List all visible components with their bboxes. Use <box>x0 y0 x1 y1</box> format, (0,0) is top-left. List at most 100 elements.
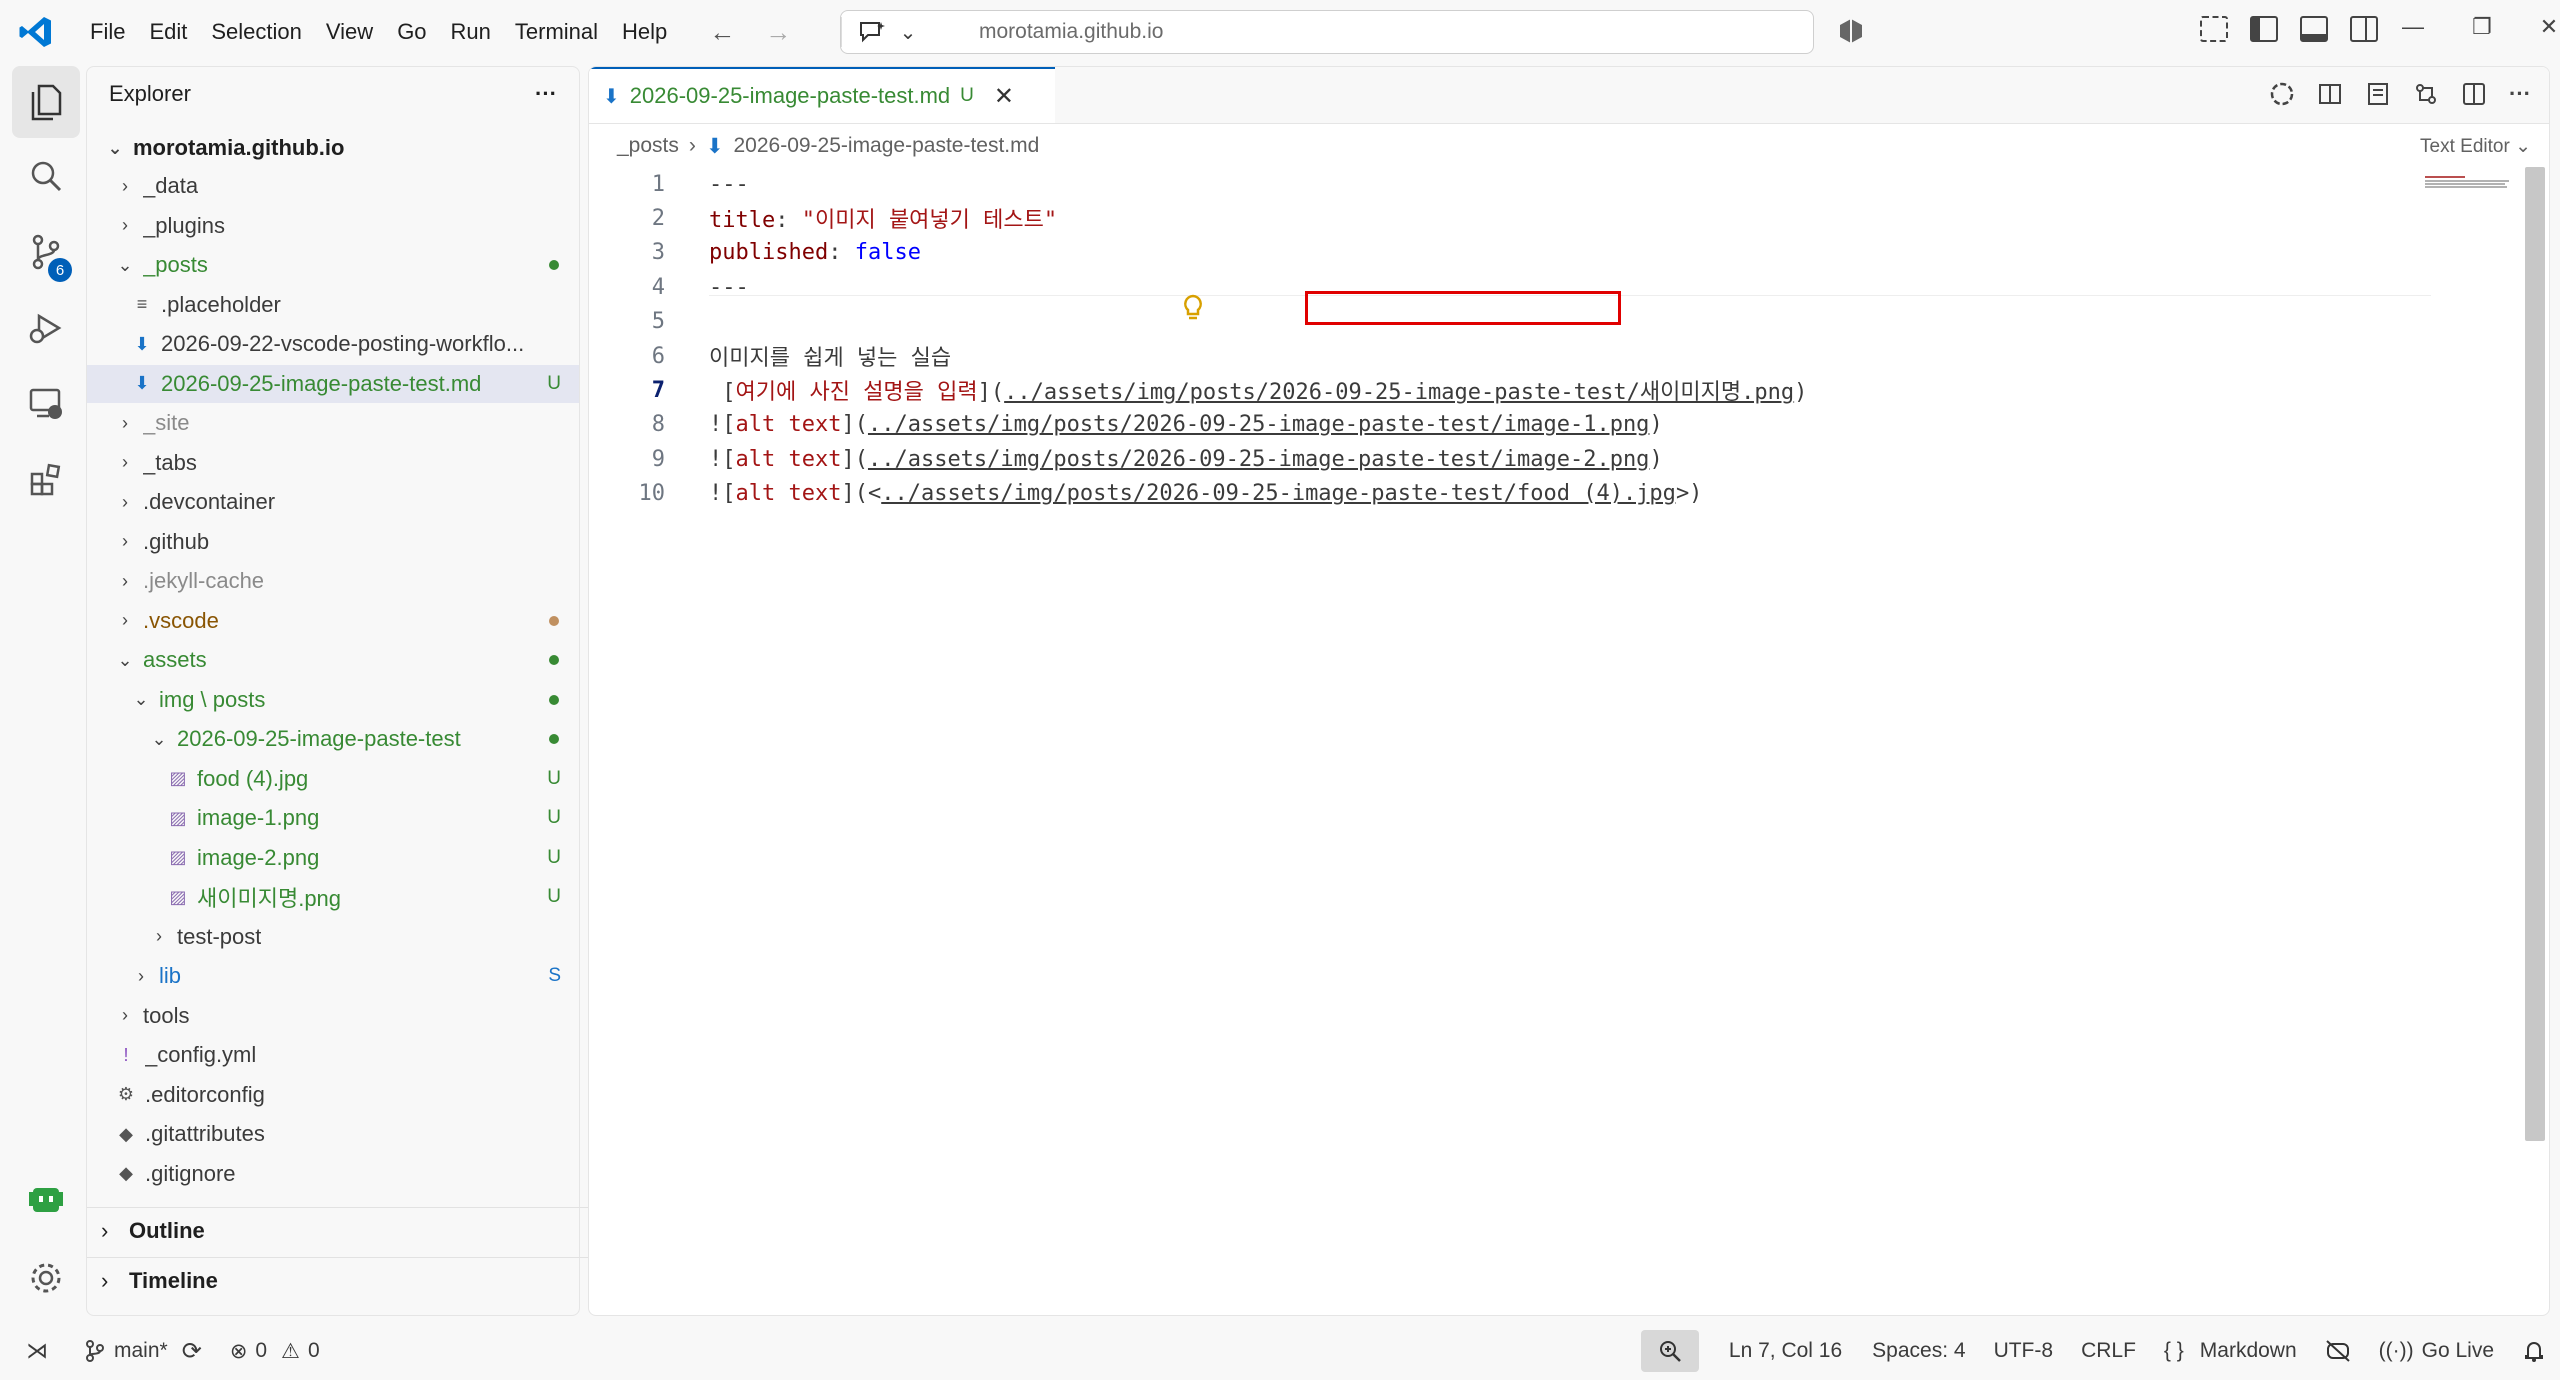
tree-item[interactable]: ▨ image-1.png U <box>87 799 579 837</box>
menu-go[interactable]: Go <box>385 19 438 45</box>
code-token: ![ <box>709 446 736 472</box>
code-line[interactable]: 3 published: false <box>589 236 2519 270</box>
tree-item[interactable]: ≡ .placeholder <box>87 286 579 324</box>
preview-icon[interactable] <box>2365 81 2391 107</box>
copilot-icon[interactable] <box>1836 16 1866 46</box>
customize-layout-icon[interactable] <box>2200 16 2228 42</box>
text-editor-label[interactable]: Text Editor ⌄ <box>2420 135 2531 158</box>
tree-item[interactable]: ◆ .gitignore <box>87 1155 579 1193</box>
tab-active-file[interactable]: ⬇ 2026-09-25-image-paste-test.md U ✕ <box>589 67 1055 123</box>
code-line[interactable]: 8 ![alt text](../assets/img/posts/2026-09… <box>589 408 2519 442</box>
tree-item[interactable]: ⌄ 2026-09-25-image-paste-test <box>87 720 579 758</box>
tree-item[interactable]: › _tabs <box>87 444 579 482</box>
extensions-activity[interactable] <box>6 444 86 516</box>
language-mode[interactable]: { } Markdown <box>2164 1330 2297 1372</box>
tree-item[interactable]: › .vscode <box>87 602 579 640</box>
tree-item[interactable]: › .jekyll-cache <box>87 562 579 600</box>
open-preview-icon[interactable] <box>2317 81 2343 107</box>
lightbulb-icon[interactable] <box>1181 293 1205 323</box>
markdown-file-icon: ⬇ <box>603 85 620 108</box>
close-window-icon[interactable]: ✕ <box>2540 14 2558 40</box>
sync-button[interactable]: ⟳ <box>182 1330 202 1372</box>
tree-item[interactable]: ◆ .gitattributes <box>87 1115 579 1153</box>
timeline-section[interactable]: › Timeline <box>87 1257 593 1304</box>
code-line[interactable]: 10 ![alt text](<../assets/img/posts/2026-… <box>589 477 2519 511</box>
menu-terminal[interactable]: Terminal <box>503 19 610 45</box>
tree-item[interactable]: ⬇ 2026-09-22-vscode-posting-workflo... <box>87 325 579 363</box>
minimap[interactable] <box>2425 175 2509 189</box>
tree-item[interactable]: ⌄ _posts <box>87 246 579 284</box>
tree-item[interactable]: › tools <box>87 997 579 1035</box>
menu-file[interactable]: File <box>78 19 137 45</box>
menu-edit[interactable]: Edit <box>137 19 199 45</box>
restore-icon[interactable]: ❐ <box>2472 14 2492 40</box>
code-line[interactable]: 6 이미지를 쉽게 넣는 실습 <box>589 339 2519 373</box>
manage-activity[interactable] <box>6 1242 86 1314</box>
back-arrow-icon[interactable]: ← <box>709 17 735 48</box>
github-codespaces-activity[interactable] <box>6 1164 86 1236</box>
explorer-activity[interactable] <box>12 66 80 138</box>
compare-changes-icon[interactable] <box>2413 81 2439 107</box>
breadcrumb-file[interactable]: 2026-09-25-image-paste-test.md <box>733 134 1039 158</box>
tree-item[interactable]: ⌄ img \ posts <box>87 681 579 719</box>
menu-view[interactable]: View <box>314 19 385 45</box>
tree-item[interactable]: ⚙ .editorconfig <box>87 1076 579 1114</box>
run-debug-activity[interactable] <box>6 292 86 364</box>
tree-item[interactable]: ⌄ assets <box>87 641 579 679</box>
forward-arrow-icon[interactable]: → <box>765 17 791 48</box>
menu-run[interactable]: Run <box>439 19 503 45</box>
tree-item[interactable]: › _site <box>87 404 579 442</box>
tree-item[interactable]: ▨ 새이미지명.png U <box>87 878 579 916</box>
chevron-down-icon: ⌄ <box>133 689 149 709</box>
code-line[interactable]: 9 ![alt text](../assets/img/posts/2026-09… <box>589 442 2519 476</box>
zoom-indicator[interactable] <box>1640 1330 1699 1372</box>
indentation[interactable]: Spaces: 4 <box>1872 1330 1965 1372</box>
search-activity[interactable] <box>6 140 86 212</box>
code-line[interactable]: 2 title: "이미지 붙여넣기 테스트" <box>589 201 2519 235</box>
tree-item[interactable]: › _plugins <box>87 207 579 245</box>
split-editor-icon[interactable] <box>2461 81 2487 107</box>
code-token: ]( <box>841 412 868 438</box>
toggle-secondary-sidebar-icon[interactable] <box>2350 16 2378 42</box>
chevron-down-icon[interactable]: ⌄ <box>900 20 917 45</box>
cursor-position[interactable]: Ln 7, Col 16 <box>1729 1330 1842 1372</box>
branch-name: main* <box>114 1339 168 1362</box>
breadcrumb-folder[interactable]: _posts <box>617 134 679 158</box>
remote-indicator[interactable]: ⋊ <box>26 1330 48 1372</box>
go-live-button[interactable]: ((·)) Go Live <box>2379 1330 2494 1372</box>
vertical-scrollbar[interactable] <box>2525 167 2545 1141</box>
command-center[interactable]: morotamia.github.io ⌄ <box>840 10 1814 54</box>
tree-item[interactable]: ▨ image-2.png U <box>87 839 579 877</box>
tree-item[interactable]: ▨ food (4).jpg U <box>87 760 579 798</box>
tree-item[interactable]: › _data <box>87 167 579 205</box>
branch-indicator[interactable]: main* <box>84 1330 168 1372</box>
close-tab-icon[interactable]: ✕ <box>994 82 1014 111</box>
menu-selection[interactable]: Selection <box>199 19 314 45</box>
remote-explorer-activity[interactable] <box>6 368 86 440</box>
tree-item[interactable]: › test-post <box>87 918 579 956</box>
code-line[interactable]: 7 [여기에 사진 설명을 입력](../assets/img/posts/20… <box>589 373 2519 407</box>
openai-icon[interactable] <box>2269 81 2295 107</box>
tree-item[interactable]: ! _config.yml <box>87 1036 579 1074</box>
menu-help[interactable]: Help <box>610 19 679 45</box>
line-ending[interactable]: CRLF <box>2081 1330 2136 1372</box>
copilot-status[interactable] <box>2325 1330 2351 1372</box>
tree-item[interactable]: › .devcontainer <box>87 483 579 521</box>
outline-section[interactable]: › Outline <box>87 1207 593 1254</box>
code-line[interactable]: 1 --- <box>589 167 2519 201</box>
minimize-icon[interactable]: — <box>2402 14 2424 40</box>
toggle-panel-icon[interactable] <box>2300 16 2328 42</box>
tree-item[interactable]: › .github <box>87 523 579 561</box>
toggle-primary-sidebar-icon[interactable] <box>2250 16 2278 42</box>
problems-indicator[interactable]: ⊗ 0 ⚠ 0 <box>230 1330 320 1372</box>
workspace-root[interactable]: ⌄ morotamia.github.io <box>87 129 579 167</box>
tree-item[interactable]: ⬇ 2026-09-25-image-paste-test.md U <box>87 364 579 403</box>
tree-item[interactable]: › lib S <box>87 957 579 995</box>
notifications-button[interactable] <box>2522 1330 2546 1372</box>
chat-button[interactable]: ⌄ <box>841 17 932 47</box>
code-token: published <box>709 240 829 266</box>
more-actions-icon[interactable]: ··· <box>535 81 557 107</box>
source-control-activity[interactable]: 6 <box>6 216 86 288</box>
more-actions-icon[interactable]: ··· <box>2509 81 2535 107</box>
encoding[interactable]: UTF-8 <box>1994 1330 2054 1372</box>
